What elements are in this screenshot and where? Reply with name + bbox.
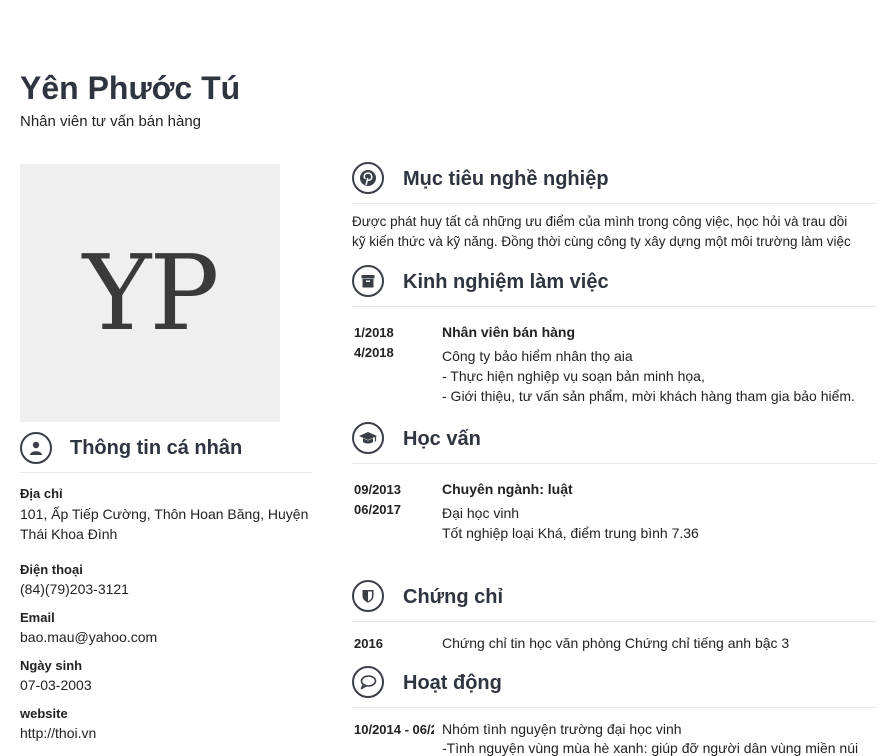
activity-date: 10/2014 - 06/2016	[354, 722, 434, 737]
address-value: 101, Ấp Tiếp Cường, Thôn Hoan Băng, Huyệ…	[20, 506, 309, 542]
divider	[20, 472, 312, 473]
website-value: http://thoi.vn	[20, 725, 97, 741]
experience-company: Công ty bảo hiểm nhân thọ aia	[442, 348, 633, 364]
objective-line-1: Được phát huy tất cả những ưu điểm của m…	[352, 214, 848, 229]
pinterest-icon	[352, 162, 384, 194]
birthdate-value: 07-03-2003	[20, 677, 92, 693]
personal-info-heading: Thông tin cá nhân	[70, 437, 243, 459]
experience-position: Nhân viên bán hàng	[442, 324, 576, 340]
certificate-text: Chứng chỉ tin học văn phòng Chứng chỉ ti…	[442, 635, 790, 651]
user-icon	[20, 432, 52, 464]
activities-heading: Hoạt động	[403, 672, 502, 694]
experience-start-date: 1/2018	[354, 325, 394, 340]
divider	[352, 707, 877, 708]
education-result: Tốt nghiệp loại Khá, điểm trung bình 7.3…	[442, 525, 699, 541]
email-value: bao.mau@yahoo.com	[20, 629, 158, 645]
certificates-heading: Chứng chỉ	[403, 586, 504, 608]
website-label: website	[20, 706, 68, 721]
certificate-year: 2016	[354, 636, 383, 651]
divider	[352, 203, 877, 204]
objective-heading: Mục tiêu nghề nghiệp	[403, 168, 609, 190]
experience-heading: Kinh nghiệm làm việc	[403, 271, 609, 293]
birthdate-label: Ngày sinh	[20, 658, 83, 673]
candidate-name: Yên Phước Tú	[20, 70, 241, 106]
avatar: YP	[20, 164, 280, 422]
education-school: Đại học vinh	[442, 505, 520, 521]
experience-duty-1: - Thực hiện nghiệp vụ soạn bản minh họa,	[442, 368, 705, 384]
activity-organization: Nhóm tình nguyện trường đại học vinh	[442, 721, 682, 737]
phone-label: Điện thoại	[20, 562, 83, 577]
experience-end-date: 4/2018	[354, 345, 394, 360]
education-end-date: 06/2017	[354, 502, 401, 517]
education-heading: Học vấn	[403, 428, 481, 450]
activity-detail: -Tình nguyện vùng mùa hè xanh: giúp đỡ n…	[442, 740, 859, 756]
avatar-initials: YP	[82, 232, 220, 354]
divider	[352, 306, 877, 307]
divider	[352, 621, 877, 622]
address-label: Địa chỉ	[20, 486, 63, 501]
speech-bubble-icon	[352, 666, 384, 698]
phone-value: (84)(79)203-3121	[20, 581, 129, 597]
experience-duty-2: - Giới thiệu, tư vấn sản phẩm, mời khách…	[442, 388, 855, 404]
shield-icon	[352, 580, 384, 612]
graduation-cap-icon	[352, 422, 384, 454]
objective-line-2: kỹ kiến thức và kỹ năng. Đồng thời cùng …	[352, 234, 851, 249]
education-start-date: 09/2013	[354, 482, 401, 497]
divider	[352, 463, 877, 464]
email-label: Email	[20, 610, 55, 625]
job-title: Nhân viên tư vấn bán hàng	[20, 113, 202, 130]
archive-box-icon	[352, 265, 384, 297]
education-major: Chuyên ngành: luật	[442, 481, 573, 497]
